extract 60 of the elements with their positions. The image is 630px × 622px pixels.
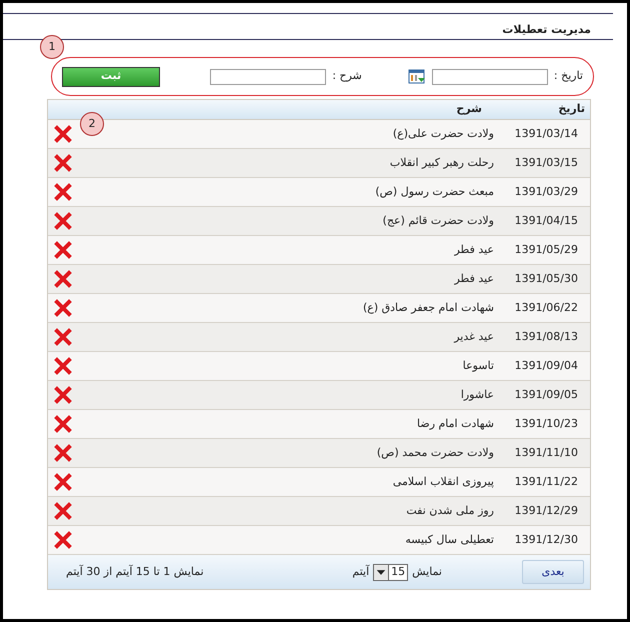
date-cell-text: 1391/05/30 <box>514 270 579 287</box>
show-label: نمایش <box>412 564 442 580</box>
delete-icon[interactable] <box>54 415 72 433</box>
delete-icon[interactable] <box>54 473 72 491</box>
description-cell-text: شهادت امام جعفر صادق (ع) <box>362 300 494 316</box>
description-cell-text: ولادت حضرت محمد (ص) <box>376 444 494 461</box>
date-cell-text: 1391/08/13 <box>514 328 579 345</box>
date-cell-text: 1391/12/30 <box>514 532 579 548</box>
delete-icon[interactable] <box>54 241 72 259</box>
date-label: تاریخ : <box>554 68 583 84</box>
description-cell-text: مبعث حضرت رسول (ص) <box>374 184 494 200</box>
calendar-icon[interactable] <box>408 68 426 84</box>
description-cell-text: عید غدیر <box>452 328 494 345</box>
date-cell-text: 1391/04/15 <box>514 212 579 229</box>
date-cell-text: 1391/03/14 <box>514 126 579 142</box>
date-cell-text: 1391/11/10 <box>514 444 579 461</box>
date-cell-text: 1391/12/29 <box>514 502 579 519</box>
delete-icon[interactable] <box>54 154 72 172</box>
date-cell-text: 1391/05/29 <box>514 242 579 258</box>
date-field[interactable] <box>432 68 548 84</box>
page-size-select[interactable]: 15 <box>373 564 408 580</box>
delete-icon[interactable] <box>54 328 72 346</box>
date-cell-text: 1391/03/15 <box>514 154 579 171</box>
delete-icon[interactable] <box>54 531 72 549</box>
date-cell-text: 1391/06/22 <box>514 300 579 316</box>
delete-icon[interactable] <box>54 212 72 230</box>
page-title: مدیریت تعطیلات <box>502 22 591 38</box>
description-label: شرح : <box>332 68 362 84</box>
column-header: شرح <box>456 101 483 118</box>
description-field[interactable] <box>210 68 326 84</box>
items-label: آیتم <box>352 564 370 580</box>
delete-icon[interactable] <box>54 357 72 375</box>
description-cell-text: شهادت امام رضا <box>416 416 494 432</box>
delete-icon[interactable] <box>54 125 72 143</box>
description-cell-text: تاسوعا <box>462 358 494 374</box>
description-cell-text: پیروزی انقلاب اسلامی <box>392 474 494 490</box>
dropdown-arrow-icon <box>374 564 390 580</box>
description-cell-text: ولادت حضرت قائم (عج) <box>382 212 494 229</box>
callout-bubble: 1 <box>40 35 64 59</box>
date-cell-text: 1391/11/22 <box>514 474 579 490</box>
description-cell-text: عاشورا <box>460 386 494 403</box>
delete-icon[interactable] <box>54 386 72 404</box>
date-cell-text: 1391/10/23 <box>514 416 579 432</box>
description-cell-text: عید فطر <box>453 270 494 287</box>
delete-icon[interactable] <box>54 270 72 288</box>
pagination-summary: نمایش 1 تا 15 آیتم از 30 آیتم <box>65 564 204 580</box>
date-cell-text: 1391/03/29 <box>514 184 579 200</box>
delete-icon[interactable] <box>54 183 72 201</box>
description-cell-text: روز ملی شدن نفت <box>405 502 494 519</box>
description-cell-text: عید فطر <box>453 242 494 258</box>
description-cell-text: تعطیلی سال کبیسه <box>404 532 494 548</box>
next-button[interactable]: بعدی <box>522 560 584 584</box>
delete-icon[interactable] <box>54 444 72 462</box>
description-cell-text: رحلت رهبر کبیر انقلاب <box>388 154 494 171</box>
date-cell-text: 1391/09/04 <box>514 358 579 374</box>
description-cell-text: ولادت حضرت علی(ع) <box>392 126 494 142</box>
delete-icon[interactable] <box>54 502 72 520</box>
delete-icon[interactable] <box>54 299 72 317</box>
column-header: تاریخ <box>557 101 586 118</box>
date-cell-text: 1391/09/05 <box>514 386 579 403</box>
